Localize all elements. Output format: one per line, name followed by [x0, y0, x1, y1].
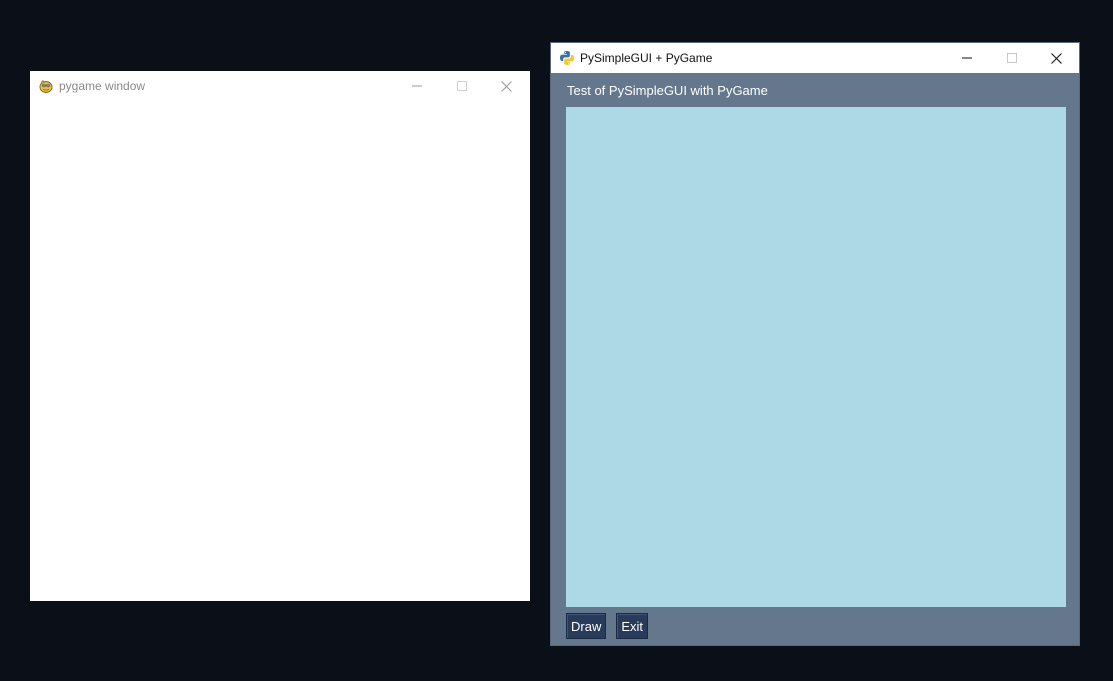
psg-caption-buttons	[944, 43, 1079, 73]
pygame-caption-buttons	[394, 71, 529, 101]
pygame-window-title: pygame window	[59, 79, 146, 93]
pygame-snake-icon	[38, 78, 54, 94]
pygame-window: pygame window	[30, 71, 530, 601]
pygame-maximize-button[interactable]	[439, 71, 484, 101]
pygame-surface[interactable]	[30, 101, 530, 601]
psg-window-title: PySimpleGUI + PyGame	[580, 51, 713, 65]
python-logo-icon	[559, 50, 575, 66]
draw-button[interactable]: Draw	[566, 613, 607, 639]
psg-titlebar[interactable]: PySimpleGUI + PyGame	[550, 42, 1080, 73]
maximize-icon	[456, 81, 467, 91]
maximize-icon	[1006, 53, 1017, 63]
pygame-minimize-button[interactable]	[394, 71, 439, 101]
minimize-icon	[961, 57, 972, 59]
psg-button-row: Draw Exit	[566, 613, 649, 639]
psg-close-button[interactable]	[1034, 43, 1079, 73]
close-icon	[501, 80, 512, 92]
psg-header-label: Test of PySimpleGUI with PyGame	[567, 83, 768, 98]
psg-graph-canvas[interactable]	[566, 107, 1066, 607]
close-icon	[1051, 52, 1062, 64]
psg-window: PySimpleGUI + PyGame Test of PySimpleGUI…	[550, 42, 1080, 646]
minimize-icon	[411, 85, 422, 87]
psg-maximize-button[interactable]	[989, 43, 1034, 73]
psg-minimize-button[interactable]	[944, 43, 989, 73]
pygame-close-button[interactable]	[484, 71, 529, 101]
pygame-titlebar[interactable]: pygame window	[30, 71, 530, 101]
exit-button[interactable]: Exit	[616, 613, 649, 639]
